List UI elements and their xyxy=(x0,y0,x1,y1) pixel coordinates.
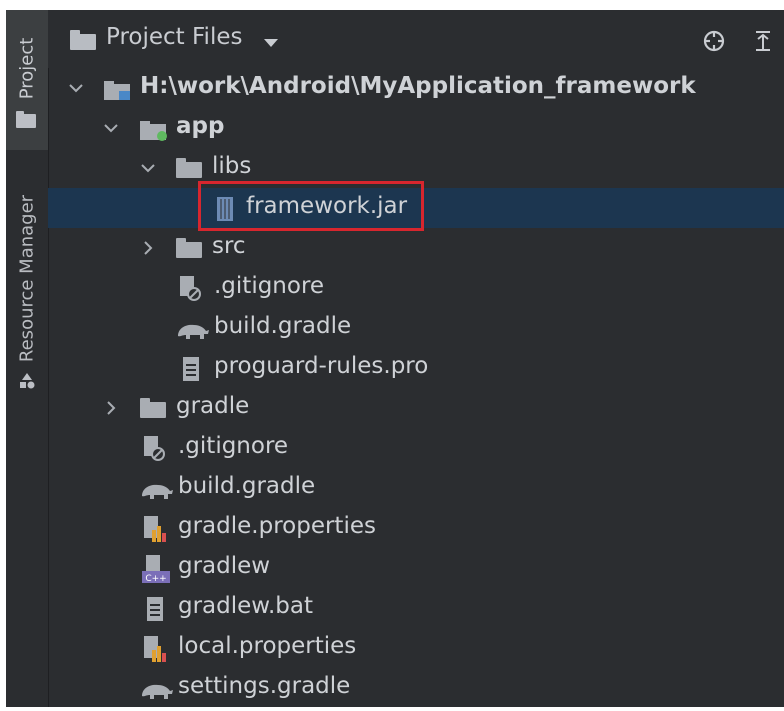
collapse-all-icon[interactable] xyxy=(750,28,776,54)
folder-icon xyxy=(176,238,202,258)
tree-label-app-gitignore: .gitignore xyxy=(214,273,325,299)
tree-row-root[interactable]: H:\work\Android\MyApplication_framework xyxy=(48,68,784,108)
folder-icon xyxy=(176,158,202,178)
chevron-right-icon[interactable] xyxy=(140,240,156,256)
tree-label-app: app xyxy=(176,113,225,139)
folder-icon xyxy=(140,398,166,418)
resource-manager-icon xyxy=(20,373,35,389)
highlight-box xyxy=(198,181,424,231)
text-file-icon xyxy=(183,357,199,381)
tool-window-strip: Project Resource Manager xyxy=(6,10,49,707)
tree-label-app-build-gradle: build.gradle xyxy=(214,313,352,339)
shell-script-icon: C++ xyxy=(142,555,170,583)
tree-row-settings-gradle[interactable]: settings.gradle xyxy=(48,668,784,707)
tree-label-proguard: proguard-rules.pro xyxy=(214,353,429,379)
crosshair-icon[interactable] xyxy=(701,28,727,54)
properties-file-icon xyxy=(144,636,166,662)
tree-label-root: H:\work\Android\MyApplication_framework xyxy=(140,73,696,99)
project-tool-tab-label: Project xyxy=(16,37,38,100)
tree-row-local-properties[interactable]: local.properties xyxy=(48,628,784,668)
gradle-elephant-icon xyxy=(142,484,173,499)
tree-row-app-gitignore[interactable]: .gitignore xyxy=(48,268,784,308)
tree-row-framework-jar[interactable]: framework.jar xyxy=(48,181,784,231)
ignore-file-icon xyxy=(144,436,165,461)
tree-row-gradle-folder[interactable]: gradle xyxy=(48,388,784,428)
ide-window: Project Resource Manager Project Files H… xyxy=(6,10,784,707)
ignore-file-icon xyxy=(180,276,201,301)
chevron-right-icon[interactable] xyxy=(103,400,119,416)
project-tool-tab[interactable]: Project xyxy=(6,10,48,150)
resource-manager-tool-tab-label: Resource Manager xyxy=(16,194,38,363)
tree-label-root-build-gradle: build.gradle xyxy=(178,473,316,499)
properties-file-icon xyxy=(144,516,166,542)
tree-label-gradle-folder: gradle xyxy=(176,393,250,419)
project-view-title: Project Files xyxy=(106,24,243,50)
chevron-down-icon[interactable] xyxy=(68,80,84,96)
tree-row-app[interactable]: app xyxy=(48,108,784,148)
chevron-down-icon xyxy=(264,39,278,47)
tree-label-libs: libs xyxy=(212,153,252,179)
tree-row-root-build-gradle[interactable]: build.gradle xyxy=(48,468,784,508)
gradle-elephant-icon xyxy=(178,324,209,339)
android-module-icon xyxy=(140,121,167,141)
svg-text:C++: C++ xyxy=(145,574,166,583)
tree-row-gradlew-bat[interactable]: gradlew.bat xyxy=(48,588,784,628)
project-view-header: Project Files xyxy=(48,10,784,68)
folder-icon xyxy=(16,111,36,128)
tree-label-local-properties: local.properties xyxy=(178,633,357,659)
gradle-elephant-icon xyxy=(142,684,173,699)
tree-row-proguard[interactable]: proguard-rules.pro xyxy=(48,348,784,388)
text-file-icon xyxy=(147,597,163,621)
chevron-down-icon[interactable] xyxy=(140,160,156,176)
tree-label-settings-gradle: settings.gradle xyxy=(178,673,351,699)
tree-label-gradlew: gradlew xyxy=(178,553,271,579)
tree-label-src: src xyxy=(212,233,246,259)
chevron-down-icon[interactable] xyxy=(103,120,119,136)
tree-row-root-gitignore[interactable]: .gitignore xyxy=(48,428,784,468)
project-tree: H:\work\Android\MyApplication_framework … xyxy=(48,68,784,707)
tree-row-app-build-gradle[interactable]: build.gradle xyxy=(48,308,784,348)
tree-row-gradlew[interactable]: C++ gradlew xyxy=(48,548,784,588)
tree-row-src[interactable]: src xyxy=(48,228,784,268)
tree-row-gradle-properties[interactable]: gradle.properties xyxy=(48,508,784,548)
tree-label-gradle-properties: gradle.properties xyxy=(178,513,376,539)
folder-icon xyxy=(70,30,96,50)
tree-label-root-gitignore: .gitignore xyxy=(178,433,289,459)
module-folder-icon xyxy=(104,81,130,100)
tree-label-gradlew-bat: gradlew.bat xyxy=(178,593,314,619)
